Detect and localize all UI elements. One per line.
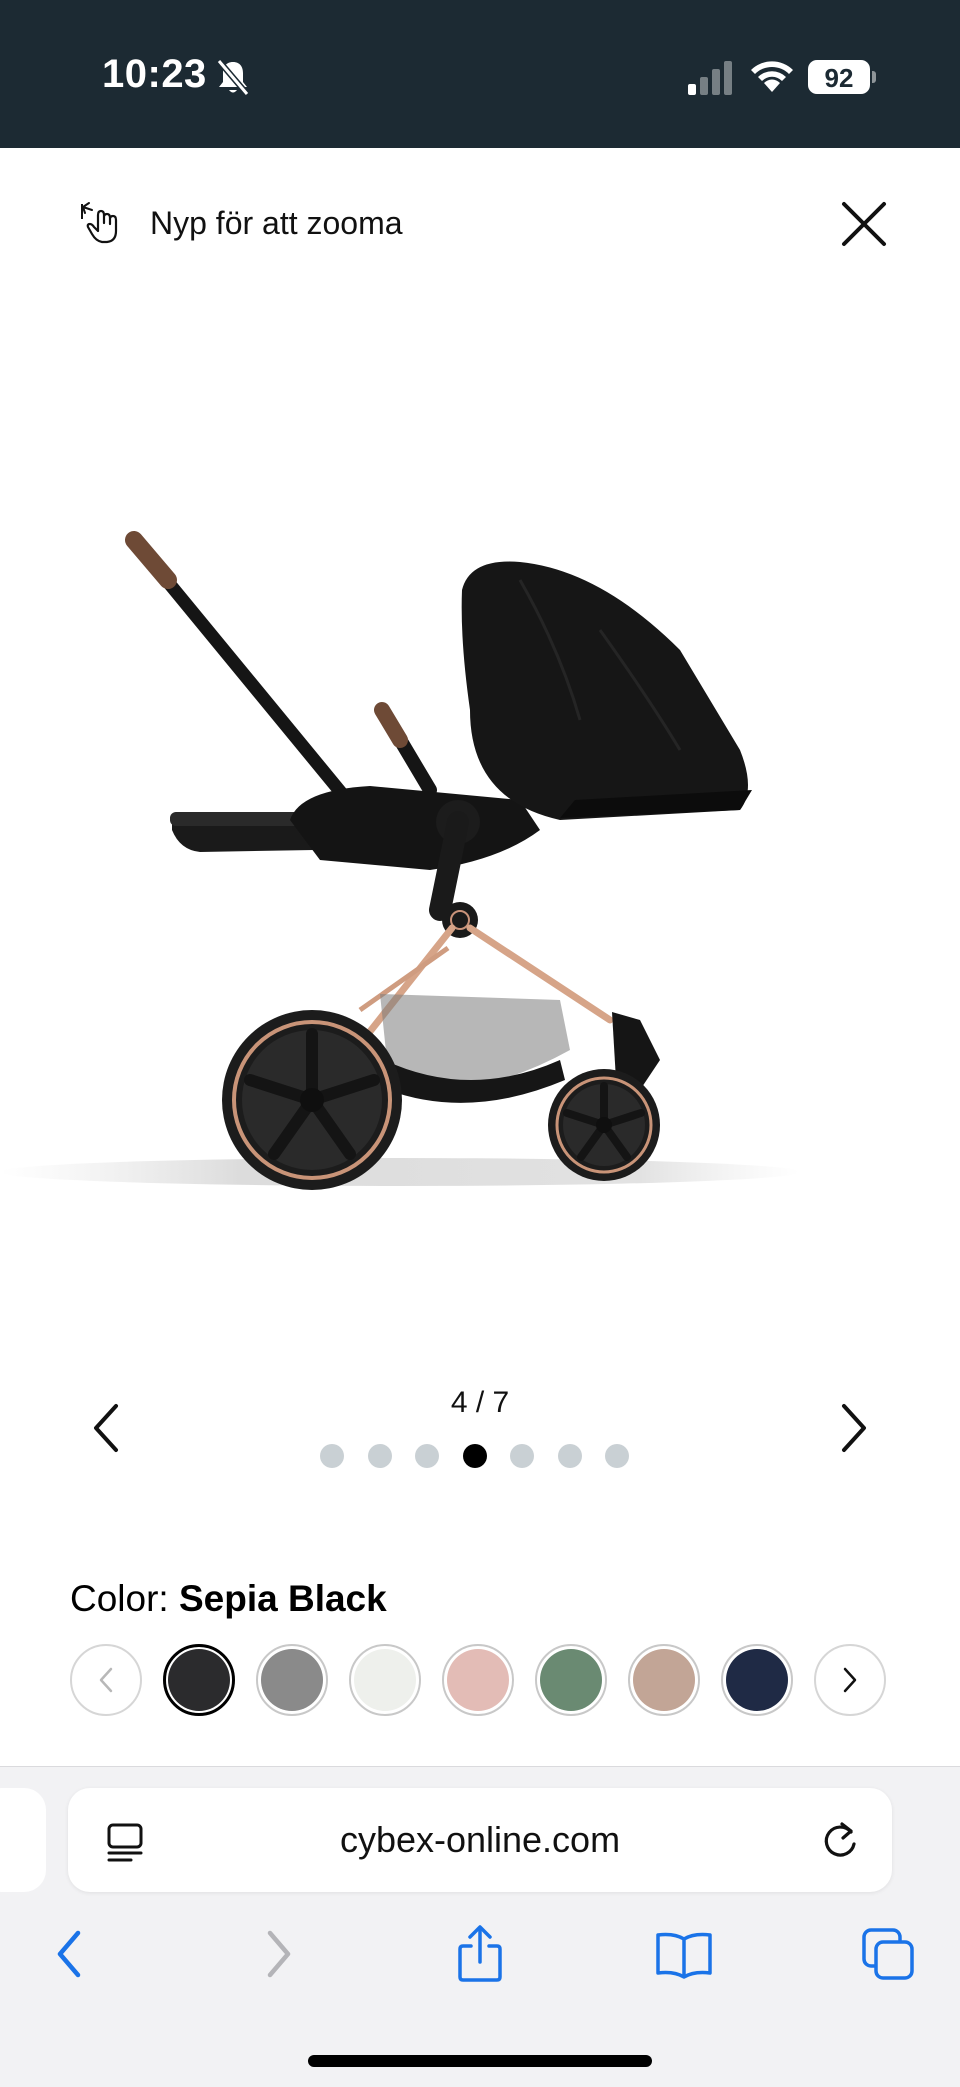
color-swatch[interactable] xyxy=(163,1644,235,1716)
color-swatches xyxy=(70,1644,886,1716)
swatch-next-button[interactable] xyxy=(814,1644,886,1716)
bookmarks-icon xyxy=(656,1932,712,1979)
status-bar: 10:23 92 xyxy=(0,0,960,148)
previous-tab-preview[interactable] xyxy=(0,1788,46,1892)
zoom-hint: Nyp för att zooma xyxy=(78,198,403,248)
color-swatch-fill xyxy=(447,1649,509,1711)
wifi-icon xyxy=(751,61,793,92)
share-icon xyxy=(458,1925,502,1982)
battery-level: 92 xyxy=(824,63,854,93)
address-bar[interactable]: cybex-online.com xyxy=(68,1788,892,1892)
gallery-dot[interactable] xyxy=(510,1444,534,1468)
close-icon[interactable] xyxy=(838,198,890,250)
gallery-dot[interactable] xyxy=(557,1444,582,1468)
forward-button[interactable] xyxy=(248,1924,308,1984)
color-swatch[interactable] xyxy=(349,1644,421,1716)
gallery-dots xyxy=(320,1444,629,1468)
color-swatch-fill xyxy=(540,1649,602,1711)
gallery-dot[interactable] xyxy=(462,1444,487,1468)
gallery-dot[interactable] xyxy=(320,1444,344,1468)
bell-slash-icon xyxy=(216,59,250,96)
color-label-prefix: Color: xyxy=(70,1578,169,1619)
product-image[interactable] xyxy=(0,500,800,1220)
status-time: 10:23 xyxy=(102,52,207,96)
share-button[interactable] xyxy=(450,1924,510,1984)
back-button[interactable] xyxy=(40,1924,100,1984)
gallery-dot[interactable] xyxy=(415,1444,439,1468)
cellular-signal-icon xyxy=(688,61,732,95)
gallery-dot[interactable] xyxy=(367,1444,392,1468)
swatch-prev-button[interactable] xyxy=(70,1644,142,1716)
color-swatch-fill xyxy=(633,1649,695,1711)
color-swatch[interactable] xyxy=(628,1644,700,1716)
color-swatch[interactable] xyxy=(535,1644,607,1716)
reload-icon[interactable] xyxy=(820,1818,860,1862)
chevron-right-icon xyxy=(843,1667,857,1693)
color-swatch[interactable] xyxy=(256,1644,328,1716)
zoom-hint-text: Nyp för att zooma xyxy=(150,204,403,241)
home-indicator xyxy=(308,2055,652,2067)
chevron-left-icon[interactable] xyxy=(88,1398,128,1458)
forward-icon xyxy=(267,1930,291,1978)
back-icon xyxy=(57,1930,81,1978)
url-text[interactable]: cybex-online.com xyxy=(68,1819,892,1861)
bookmarks-button[interactable] xyxy=(654,1924,714,1984)
gallery-dot[interactable] xyxy=(605,1444,629,1468)
color-swatch[interactable] xyxy=(721,1644,793,1716)
tabs-icon xyxy=(862,1928,914,1980)
color-swatch-fill xyxy=(261,1649,323,1711)
color-label: Color: Sepia Black xyxy=(70,1578,387,1620)
chevron-right-icon[interactable] xyxy=(832,1398,872,1458)
selected-color-name: Sepia Black xyxy=(178,1578,387,1619)
gallery-counter: 4 / 7 xyxy=(450,1386,510,1419)
color-swatch-fill xyxy=(168,1649,230,1711)
color-swatch[interactable] xyxy=(442,1644,514,1716)
color-swatch-fill xyxy=(726,1649,788,1711)
color-swatch-fill xyxy=(354,1649,416,1711)
tabs-button[interactable] xyxy=(858,1924,918,1984)
battery-icon: 92 xyxy=(808,60,876,94)
pinch-zoom-icon xyxy=(81,202,118,244)
chevron-left-icon xyxy=(99,1667,113,1693)
